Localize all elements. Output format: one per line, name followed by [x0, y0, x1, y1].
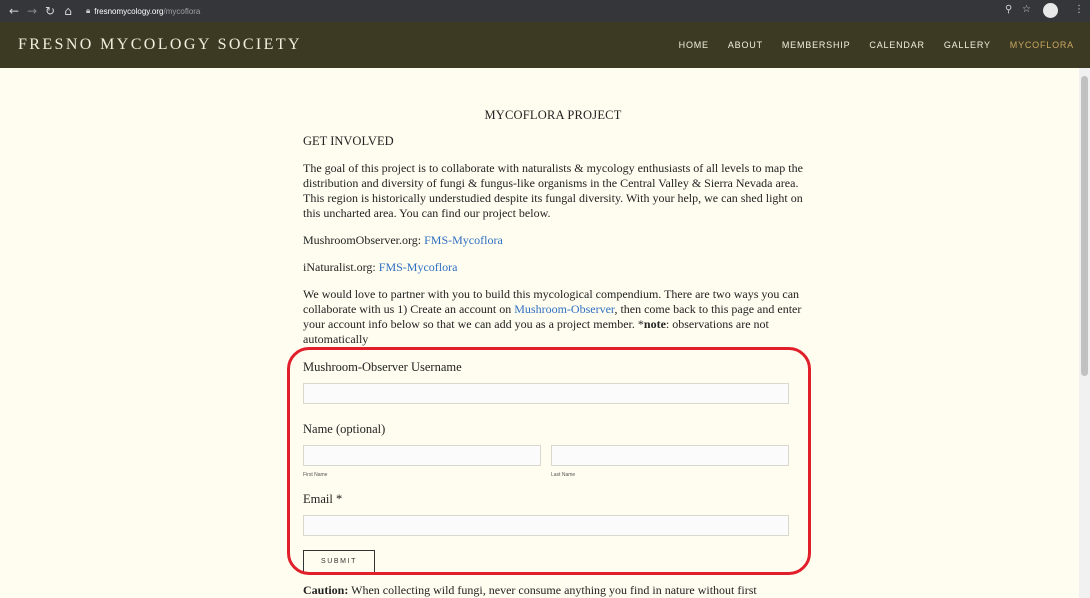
page-scrollbar[interactable] [1079, 68, 1090, 598]
kebab-menu-icon[interactable]: ⋮ [1074, 4, 1084, 15]
submit-button[interactable]: SUBMIT [303, 550, 375, 573]
intro-paragraph: The goal of this project is to collabora… [303, 161, 803, 220]
nav-gallery[interactable]: GALLERY [944, 40, 991, 50]
caution-body: When collecting wild fungi, never consum… [348, 583, 757, 597]
mushroomobserver-prefix: MushroomObserver.org: [303, 233, 422, 247]
nav-calendar[interactable]: CALENDAR [869, 40, 924, 50]
email-input[interactable] [303, 515, 789, 536]
name-label: Name (optional) [303, 422, 386, 436]
nav-home[interactable]: HOME [679, 40, 709, 50]
scrollbar-thumb[interactable] [1081, 76, 1088, 376]
first-name-sublabel: First Name [303, 472, 328, 478]
site-header: FRESNO MYCOLOGY SOCIETY HOME ABOUT MEMBE… [0, 22, 1090, 68]
nav-about[interactable]: ABOUT [728, 40, 763, 50]
section-heading: GET INVOLVED [303, 134, 394, 148]
address-bar[interactable]: 🔒︎ fresnomycology.org/mycoflora [86, 3, 1006, 19]
mycoflora-signup-form: Mushroom-Observer Username Name (optiona… [303, 360, 789, 573]
lock-icon[interactable]: 🔒︎ [86, 6, 90, 16]
main-nav: HOME ABOUT MEMBERSHIP CALENDAR GALLERY M… [679, 40, 1074, 50]
inaturalist-prefix: iNaturalist.org: [303, 260, 376, 274]
partner-paragraph: We would love to partner with you to bui… [303, 287, 803, 347]
site-title[interactable]: FRESNO MYCOLOGY SOCIETY [18, 36, 302, 54]
mushroom-observer-link[interactable]: Mushroom-Observer [514, 302, 614, 316]
page-title: MYCOFLORA PROJECT [484, 108, 622, 122]
star-icon[interactable]: ☆ [1022, 4, 1031, 15]
name-fields: First Name Last Name [303, 445, 789, 478]
reload-icon[interactable]: ↻ [42, 4, 58, 18]
magnifier-icon[interactable]: ⚲ [1005, 4, 1012, 15]
profile-avatar[interactable] [1043, 3, 1058, 18]
last-name-input[interactable] [551, 445, 789, 466]
first-name-group: First Name [303, 445, 541, 478]
url-path: /mycoflora [163, 6, 201, 16]
mushroomobserver-project-link[interactable]: FMS-Mycoflora [424, 233, 503, 247]
nav-mycoflora[interactable]: MYCOFLORA [1010, 40, 1074, 50]
partner-note-bold: note [643, 317, 666, 331]
nav-membership[interactable]: MEMBERSHIP [782, 40, 851, 50]
username-input[interactable] [303, 383, 789, 404]
inaturalist-project-link[interactable]: FMS-Mycoflora [379, 260, 458, 274]
home-icon[interactable]: ⌂ [60, 4, 76, 18]
main-content: MYCOFLORA PROJECT GET INVOLVED The goal … [303, 108, 803, 359]
browser-toolbar: ← → ↻ ⌂ 🔒︎ fresnomycology.org/mycoflora … [0, 0, 1090, 22]
mushroomobserver-line: MushroomObserver.org: FMS-Mycoflora [303, 233, 803, 248]
url-host: fresnomycology.org [94, 6, 164, 16]
inaturalist-line: iNaturalist.org: FMS-Mycoflora [303, 260, 803, 275]
email-label: Email * [303, 492, 343, 506]
arrow-left-icon[interactable]: ← [6, 4, 22, 18]
last-name-sublabel: Last Name [551, 472, 576, 478]
arrow-right-icon[interactable]: → [24, 4, 40, 18]
caution-text: Caution: When collecting wild fungi, nev… [303, 583, 803, 598]
first-name-input[interactable] [303, 445, 541, 466]
last-name-group: Last Name [551, 445, 789, 478]
caution-bold: Caution: [303, 583, 349, 597]
username-label: Mushroom-Observer Username [303, 360, 462, 374]
